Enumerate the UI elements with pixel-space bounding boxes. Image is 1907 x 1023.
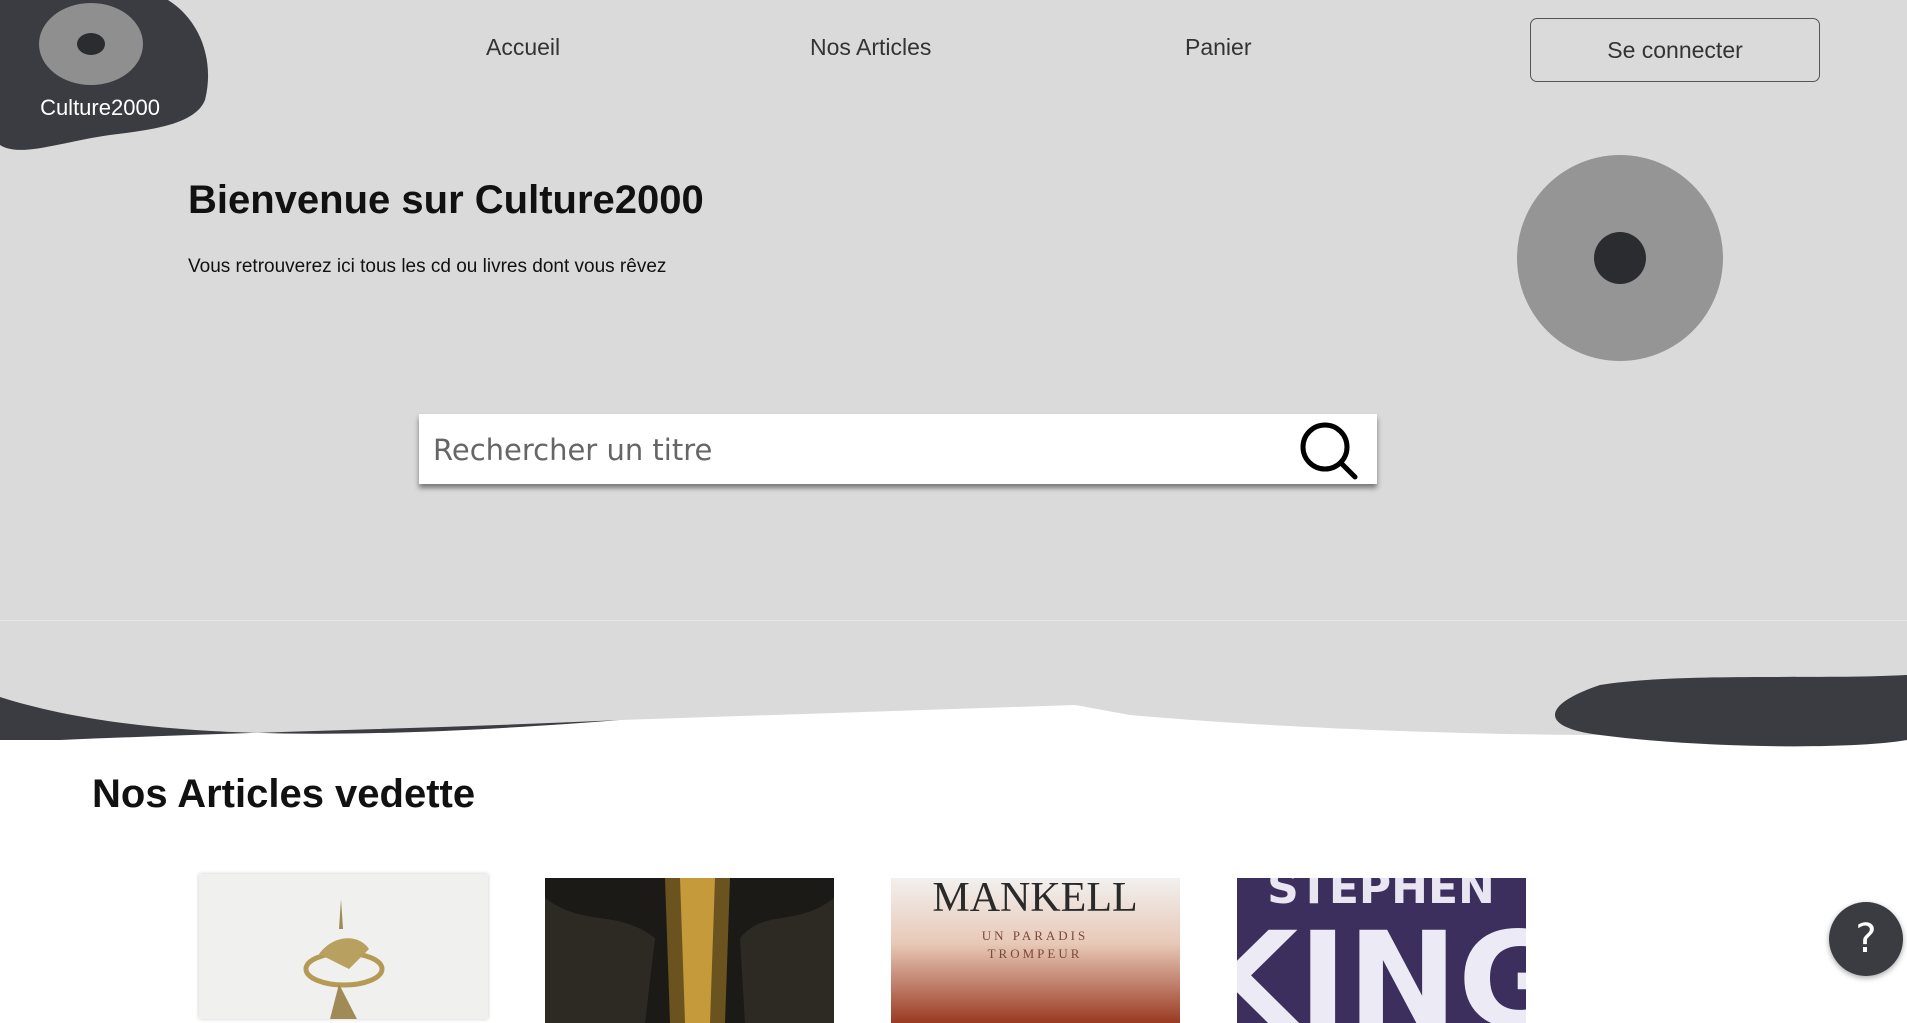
featured-card-1[interactable] bbox=[199, 874, 488, 1019]
hero-section bbox=[0, 0, 1907, 735]
hero-subtitle: Vous retrouverez ici tous les cd ou livr… bbox=[188, 256, 667, 277]
nav-cart[interactable]: Panier bbox=[1185, 34, 1251, 61]
login-button[interactable]: Se connecter bbox=[1530, 18, 1820, 82]
cover-title-3: MANKELL bbox=[932, 878, 1137, 921]
featured-card-4[interactable]: STEPHEN KING bbox=[1237, 878, 1526, 1023]
cover-title-4: KING bbox=[1237, 904, 1526, 1023]
logo-disc-icon bbox=[39, 3, 143, 85]
book-cover-3: MANKELL UN PARADIS TROMPEUR bbox=[891, 878, 1180, 1023]
search-icon[interactable] bbox=[1295, 420, 1361, 480]
hero-divider bbox=[0, 620, 1907, 621]
hero-wave bbox=[0, 640, 1907, 760]
featured-title: Nos Articles vedette bbox=[92, 772, 476, 816]
disc-icon bbox=[1517, 155, 1723, 361]
hero-title: Bienvenue sur Culture2000 bbox=[188, 178, 704, 222]
logo-badge[interactable] bbox=[0, 0, 215, 155]
cover-subtitle-3b: TROMPEUR bbox=[988, 946, 1083, 961]
book-cover-1 bbox=[199, 874, 488, 1019]
search-bar bbox=[419, 414, 1377, 484]
nav-home[interactable]: Accueil bbox=[486, 34, 560, 61]
nav-articles[interactable]: Nos Articles bbox=[810, 34, 931, 61]
help-button[interactable]: ? bbox=[1829, 902, 1903, 976]
search-input[interactable] bbox=[431, 426, 1275, 474]
cover-subtitle-3: UN PARADIS bbox=[982, 928, 1088, 943]
book-cover-4: STEPHEN KING bbox=[1237, 878, 1526, 1023]
brand-name[interactable]: Culture2000 bbox=[40, 95, 160, 121]
featured-card-3[interactable]: MANKELL UN PARADIS TROMPEUR bbox=[891, 878, 1180, 1023]
book-cover-2 bbox=[545, 878, 834, 1023]
featured-card-2[interactable] bbox=[545, 878, 834, 1023]
